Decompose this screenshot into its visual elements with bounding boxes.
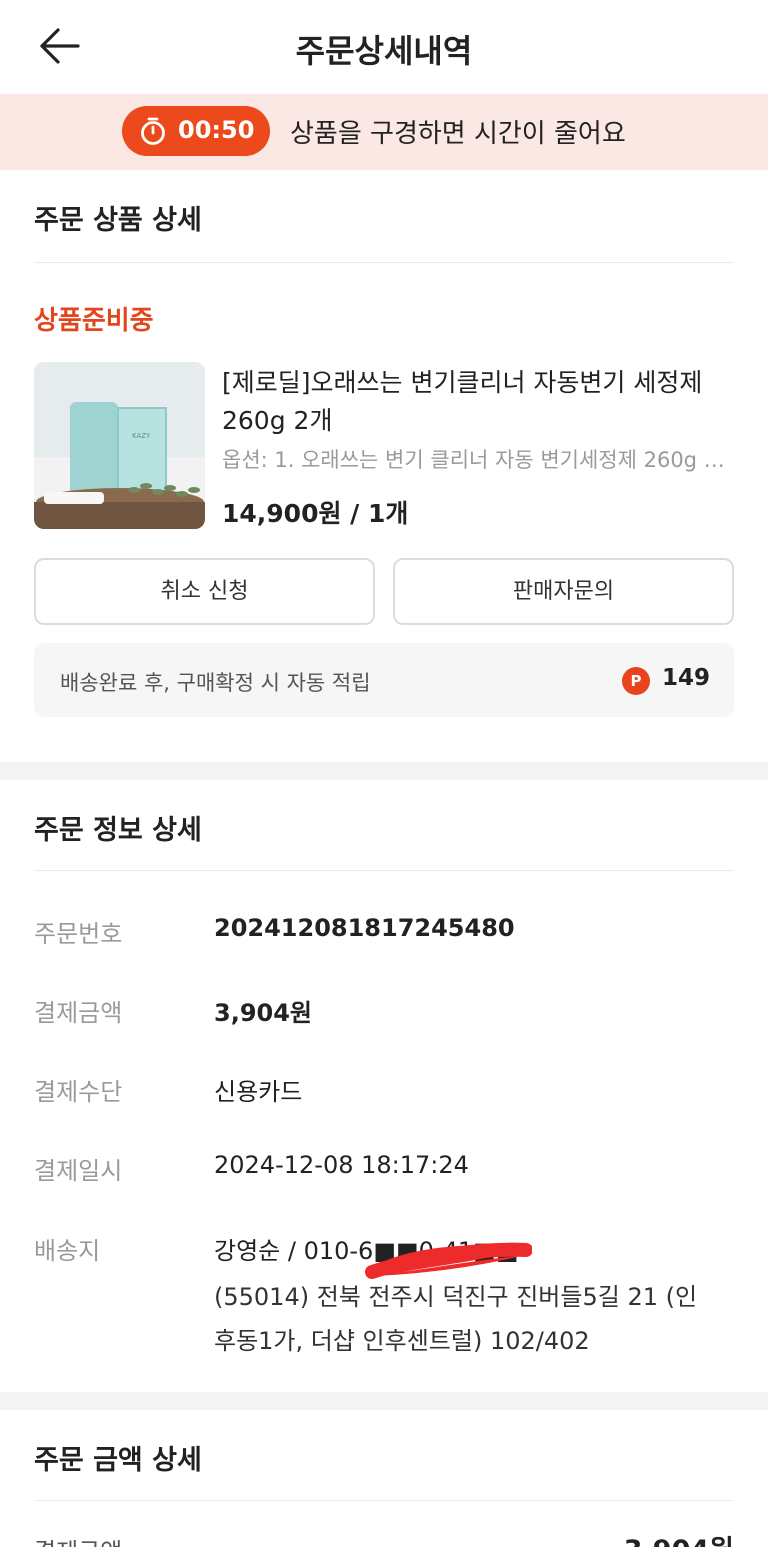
amount-detail-row-value: 3,904원 <box>624 1528 734 1547</box>
product-price-quantity: 14,900원 / 1개 <box>222 499 409 528</box>
redaction-scribble <box>365 1242 532 1279</box>
order-detail-page: 주문상세내역 00:50 상품을 구경하면 시간이 줄어요 주문 상품 상세 상… <box>0 0 768 1547</box>
address-line-2: 후동1가, 더샵 인후센트럴) 102/402 <box>214 1327 590 1355</box>
cancel-request-button[interactable]: 취소 신청 <box>34 558 375 625</box>
timer-badge: 00:50 <box>122 106 270 156</box>
amount-detail-row-label: 결제금액 <box>34 1532 122 1547</box>
address-line-1: (55014) 전북 전주시 덕진구 진버들5길 21 (인 <box>214 1283 698 1311</box>
payment-date-label: 결제일시 <box>34 1157 123 1185</box>
order-number-label: 주문번호 <box>34 920 123 948</box>
product-name[interactable]: [제로딜]오래쓰는 변기클리너 자동변기 세정제 260g 2개 <box>222 364 734 440</box>
section-separator <box>0 1392 768 1410</box>
product-thumbnail[interactable]: KAZY <box>34 362 205 529</box>
order-info-section-title: 주문 정보 상세 <box>34 815 202 846</box>
timer-banner[interactable]: 00:50 상품을 구경하면 시간이 줄어요 <box>0 94 768 170</box>
timer-message: 상품을 구경하면 시간이 줄어요 <box>290 119 626 149</box>
package-brand-text: KAZY <box>132 432 151 440</box>
page-title: 주문상세내역 <box>295 32 473 70</box>
top-app-bar: 주문상세내역 <box>0 0 768 94</box>
shipping-address-label: 배송지 <box>34 1237 101 1265</box>
divider <box>34 870 734 871</box>
order-number-value: 20241208181724548​0 <box>214 914 515 942</box>
contact-seller-button[interactable]: 판매자문의 <box>393 558 734 625</box>
order-status: 상품준비중 <box>34 306 154 336</box>
point-coin-icon: P <box>622 667 650 695</box>
product-option: 옵션: 1. 오래쓰는 변기 클리너 자동 변기세정제 260g 2개 <box>222 448 727 472</box>
reward-points-amount: 149 <box>662 665 711 691</box>
divider <box>34 262 734 263</box>
stopwatch-icon <box>141 117 165 145</box>
payment-amount-label: 결제금액 <box>34 999 123 1027</box>
reward-points-description: 배송완료 후, 구매확정 시 자동 적립 <box>60 671 371 695</box>
order-items-section-title: 주문 상품 상세 <box>34 205 202 236</box>
amount-detail-section-title: 주문 금액 상세 <box>34 1445 202 1476</box>
product-image: KAZY <box>34 362 205 529</box>
reward-points-box: 배송완료 후, 구매확정 시 자동 적립 P 149 <box>34 643 734 717</box>
payment-method-label: 결제수단 <box>34 1078 123 1106</box>
payment-amount-value: 3,904원 <box>214 999 312 1027</box>
timer-countdown: 00:50 <box>178 116 255 144</box>
payment-method-value: 신용카드 <box>214 1078 303 1106</box>
divider <box>34 1500 734 1501</box>
section-separator <box>0 762 768 780</box>
payment-date-value: 2024-12-08 18:17:24 <box>214 1151 469 1179</box>
